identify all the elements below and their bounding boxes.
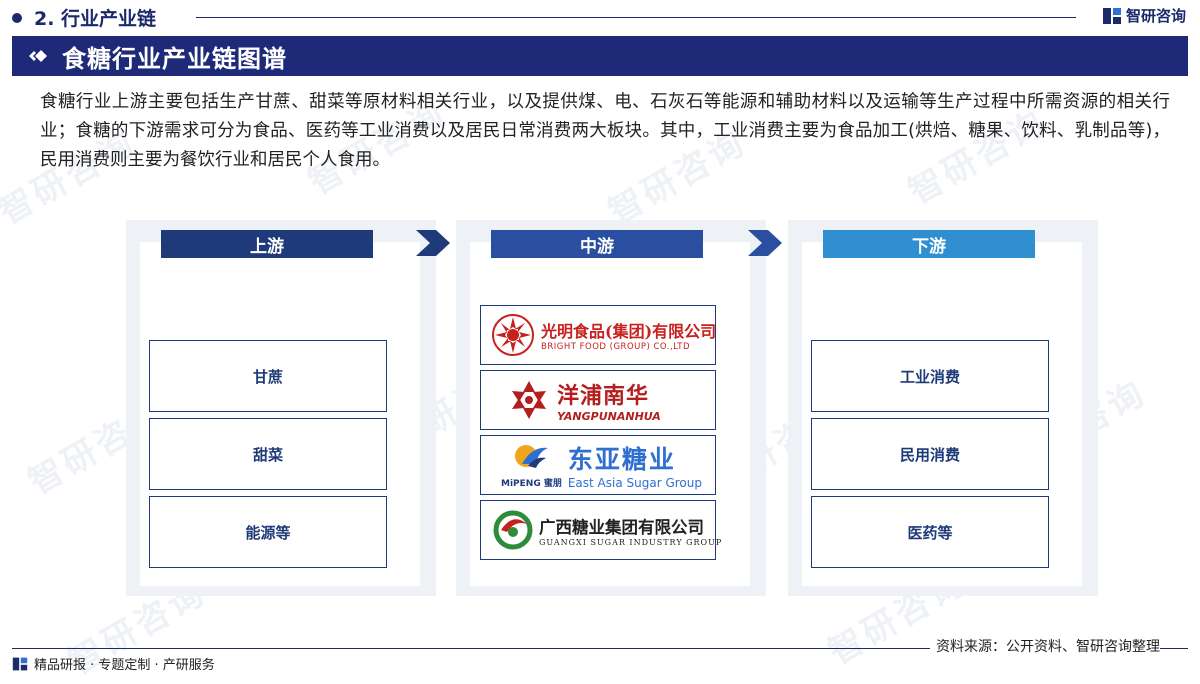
chevron-right-icon bbox=[748, 230, 782, 256]
company-name-en: GUANGXI SUGAR INDUSTRY GROUP bbox=[539, 537, 723, 547]
header-divider bbox=[196, 17, 1076, 18]
bright-food-logo-icon bbox=[492, 314, 534, 356]
section-title: 2. 行业产业链 bbox=[34, 8, 157, 30]
intro-paragraph: 食糖行业上游主要包括生产甘蔗、甜菜等原材料相关行业，以及提供煤、电、石灰石等能源… bbox=[40, 92, 1170, 170]
brand: 智研咨询 bbox=[1102, 5, 1186, 26]
page-title: 食糖行业产业链图谱 bbox=[62, 44, 287, 73]
brand-logo-icon bbox=[1102, 7, 1121, 24]
diamond-icon bbox=[29, 50, 47, 62]
downstream-item-industrial: 工业消费 bbox=[811, 340, 1049, 412]
upstream-panel-body: 甘蔗 甜菜 能源等 bbox=[140, 242, 420, 586]
midstream-header: 中游 bbox=[491, 230, 703, 258]
footer-text: 精品研报 · 专题定制 · 产研服务 bbox=[34, 658, 215, 673]
company-name-cn: 洋浦南华 bbox=[557, 383, 650, 409]
upstream-panel: 甘蔗 甜菜 能源等 上游 bbox=[126, 220, 436, 596]
company-logo-east-asia-sugar: MiPENG 蜜朋 东亚糖业 East Asia Sugar Group bbox=[480, 435, 716, 495]
upstream-header: 上游 bbox=[161, 230, 373, 258]
company-name-en: BRIGHT FOOD (GROUP) CO.,LTD bbox=[541, 342, 690, 352]
top-header: 2. 行业产业链 智研咨询 bbox=[0, 0, 1200, 34]
upstream-item-energy: 能源等 bbox=[149, 496, 387, 568]
bullet-icon bbox=[12, 13, 22, 23]
data-source: 资料来源：公开资料、智研咨询整理 bbox=[930, 636, 1160, 656]
downstream-item-civil: 民用消费 bbox=[811, 418, 1049, 490]
brand-name: 智研咨询 bbox=[1125, 7, 1186, 25]
midstream-panel-body: 光明食品(集团)有限公司 BRIGHT FOOD (GROUP) CO.,LTD bbox=[470, 242, 750, 586]
east-asia-sugar-mark: MiPENG 蜜朋 bbox=[501, 442, 562, 489]
guangxi-sugar-logo-icon bbox=[493, 510, 533, 550]
east-asia-sugar-mark-text: MiPENG 蜜朋 bbox=[501, 478, 562, 489]
company-logo-guangxi-sugar: 广西糖业集团有限公司 GUANGXI SUGAR INDUSTRY GROUP bbox=[480, 500, 721, 560]
company-name-en: East Asia Sugar Group bbox=[567, 476, 702, 490]
company-logo-bright-food: 光明食品(集团)有限公司 BRIGHT FOOD (GROUP) CO.,LTD bbox=[480, 305, 716, 365]
chevron-right-icon bbox=[416, 230, 450, 256]
downstream-item-pharma: 医药等 bbox=[811, 496, 1049, 568]
brand-logo-icon bbox=[12, 657, 28, 670]
downstream-header: 下游 bbox=[823, 230, 1035, 258]
east-asia-sugar-logo-icon bbox=[515, 444, 549, 468]
company-name-cn: 东亚糖业 bbox=[567, 445, 676, 474]
company-name-cn: 光明食品(集团)有限公司 bbox=[541, 322, 717, 341]
title-banner: 食糖行业产业链图谱 bbox=[12, 36, 1188, 76]
company-name-cn: 广西糖业集团有限公司 bbox=[539, 517, 704, 537]
upstream-item-sugarcane: 甘蔗 bbox=[149, 340, 387, 412]
downstream-panel-body: 工业消费 民用消费 医药等 bbox=[802, 242, 1082, 586]
upstream-item-sugar-beet: 甜菜 bbox=[149, 418, 387, 490]
downstream-panel: 工业消费 民用消费 医药等 下游 bbox=[788, 220, 1098, 596]
yangpu-nanhua-logo-icon bbox=[512, 381, 546, 419]
footer-tagline: 精品研报 · 专题定制 · 产研服务 bbox=[12, 654, 215, 673]
company-name-en: YANGPUNANHUA bbox=[557, 409, 661, 423]
midstream-panel: 光明食品(集团)有限公司 BRIGHT FOOD (GROUP) CO.,LTD bbox=[456, 220, 766, 596]
company-logo-yangpu-nanhua: 洋浦南华 YANGPUNANHUA bbox=[480, 370, 716, 430]
